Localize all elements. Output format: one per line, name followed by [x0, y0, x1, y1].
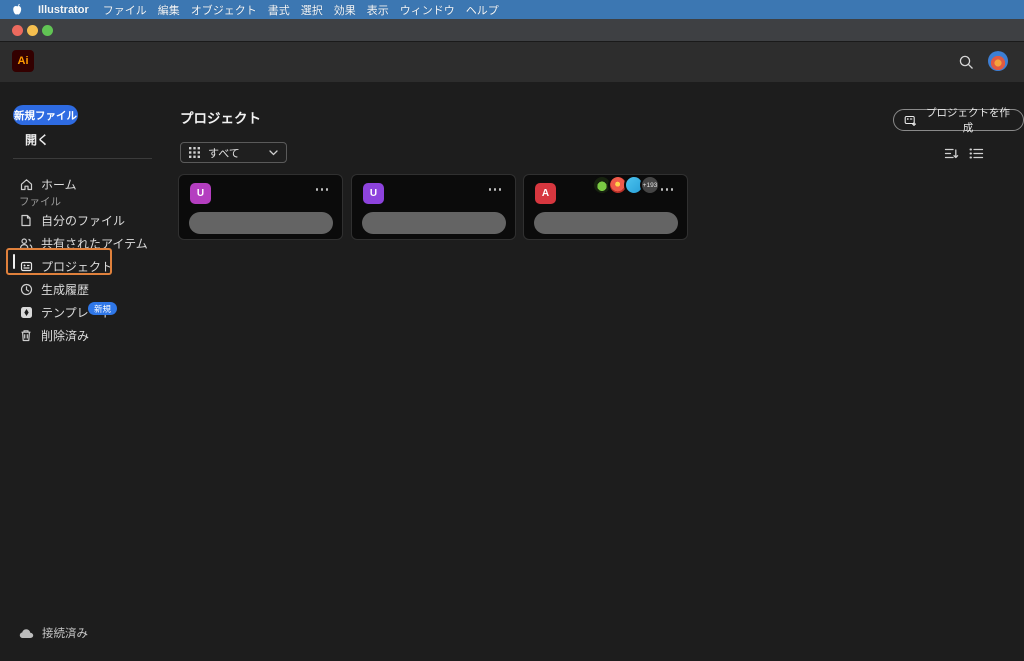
sidebar-section-files: ファイル [19, 196, 61, 208]
connection-status-label: 接続済み [42, 628, 88, 640]
illustrator-logo: Ai [12, 50, 34, 72]
chevron-down-icon [269, 149, 278, 156]
user-avatar[interactable] [988, 51, 1008, 71]
project-name-redacted [534, 212, 678, 234]
open-button[interactable]: 開く [25, 131, 49, 148]
project-badge: A [535, 183, 556, 204]
search-icon[interactable] [956, 52, 976, 72]
sidebar-item-label: 削除済み [41, 328, 90, 343]
project-card[interactable]: A +193 [523, 174, 688, 240]
project-name-redacted [362, 212, 506, 234]
filter-selected-value: すべて [208, 147, 240, 160]
sidebar-item-deleted[interactable]: 削除済み [19, 327, 89, 343]
sidebar-item-label: 自分のファイル [41, 213, 126, 228]
connection-status: 接続済み [19, 625, 88, 641]
project-card[interactable]: U [178, 174, 343, 240]
more-options-icon[interactable] [660, 188, 673, 191]
history-clock-icon [19, 282, 33, 296]
more-options-icon[interactable] [488, 188, 501, 191]
filter-dropdown[interactable]: すべて [180, 142, 287, 163]
project-name-redacted [189, 212, 333, 234]
project-badge: U [363, 183, 384, 204]
page-title: プロジェクト [180, 111, 261, 126]
minimize-window-button[interactable] [27, 25, 38, 36]
zoom-window-button[interactable] [42, 25, 53, 36]
document-icon [19, 213, 33, 227]
create-project-icon [904, 114, 917, 127]
grid-view-icon [189, 147, 200, 158]
menu-item-help[interactable]: ヘルプ [466, 2, 499, 18]
app-header: Ai [0, 42, 1024, 82]
more-options-icon[interactable] [315, 188, 328, 191]
sidebar-item-home[interactable]: ホーム [19, 176, 77, 192]
sidebar-item-generation-history[interactable]: 生成履歴 [19, 281, 89, 297]
create-project-button[interactable]: プロジェクトを作成 [893, 107, 1024, 134]
project-card[interactable]: U [351, 174, 516, 240]
sidebar-divider [13, 158, 152, 159]
sort-order-icon[interactable] [944, 146, 960, 162]
menu-item-select[interactable]: 選択 [301, 2, 323, 18]
window-title-bar[interactable] [0, 19, 1024, 42]
menu-item-edit[interactable]: 編集 [158, 2, 180, 18]
cloud-icon [19, 628, 34, 639]
apple-logo-icon[interactable] [11, 3, 23, 16]
sidebar-item-my-files[interactable]: 自分のファイル [19, 212, 125, 228]
collaborator-overflow-count: +193 [640, 175, 660, 195]
menu-item-type[interactable]: 書式 [268, 2, 290, 18]
new-badge: 新規 [88, 302, 118, 315]
trash-icon [19, 328, 33, 342]
menu-item-illustrator[interactable]: Illustrator [38, 4, 89, 16]
menu-item-view[interactable]: 表示 [367, 2, 389, 18]
project-badge: U [190, 183, 211, 204]
menu-item-effect[interactable]: 効果 [334, 2, 356, 18]
home-icon [19, 177, 33, 191]
menu-item-object[interactable]: オブジェクト [191, 2, 257, 18]
menu-item-file[interactable]: ファイル [103, 2, 147, 18]
annotation-highlight-box [6, 248, 112, 275]
list-view-icon[interactable] [969, 146, 985, 162]
sidebar-item-label: ホーム [41, 177, 77, 192]
template-icon [19, 305, 33, 319]
new-file-button[interactable]: 新規ファイル [13, 105, 78, 125]
menu-item-window[interactable]: ウィンドウ [400, 2, 455, 18]
close-window-button[interactable] [12, 25, 23, 36]
create-project-label: プロジェクトを作成 [926, 107, 1010, 134]
sidebar-item-label: 生成履歴 [41, 282, 90, 297]
macos-menu-bar: Illustrator ファイル 編集 オブジェクト 書式 選択 効果 表示 ウ… [0, 0, 1024, 19]
